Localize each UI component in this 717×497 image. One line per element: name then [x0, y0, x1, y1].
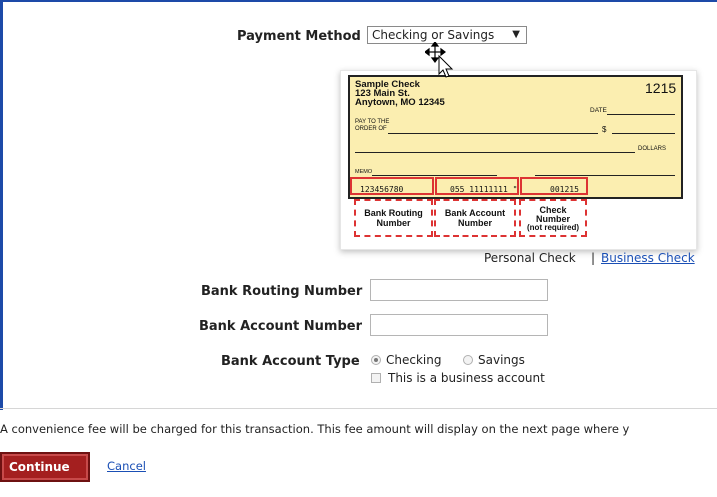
- business-account-label: This is a business account: [388, 371, 545, 385]
- check-pay-to-2: ORDER OF: [355, 126, 387, 132]
- check-number-highlight: [520, 177, 588, 195]
- check-date-label: DATE: [590, 107, 607, 114]
- window-left-border: [0, 0, 3, 410]
- personal-check-text: Personal Check: [484, 251, 576, 265]
- check-amount-line: [612, 133, 675, 134]
- account-type-label: Bank Account Type: [221, 354, 360, 369]
- dropdown-arrow-icon: ▼: [512, 29, 520, 40]
- window-top-border: [0, 0, 717, 2]
- section-divider: [0, 408, 717, 409]
- sample-check-image: Sample Check 123 Main St. Anytown, MO 12…: [340, 70, 697, 250]
- check-number: 1215: [645, 80, 677, 96]
- routing-number-label: Bank Routing Number: [201, 284, 363, 299]
- check-memo-label: MEMO: [355, 169, 373, 175]
- convenience-fee-notice: A convenience fee will be charged for th…: [0, 422, 630, 436]
- mouse-cursor-icon: [425, 42, 454, 78]
- checking-label: Checking: [386, 353, 442, 367]
- check-date-line: [607, 114, 675, 115]
- routing-highlight: [350, 177, 434, 195]
- check-address-2: Anytown, MO 12345: [355, 97, 445, 108]
- routing-number-input[interactable]: [370, 279, 548, 301]
- continue-button[interactable]: Continue: [0, 452, 90, 482]
- check-dollar-sign: $: [602, 125, 607, 134]
- caption-check-3: (not required): [527, 223, 579, 232]
- caption-routing-2: Number: [376, 218, 411, 228]
- caption-account-1: Bank Account: [444, 208, 506, 218]
- checking-radio[interactable]: [371, 355, 381, 365]
- business-check-link[interactable]: Business Check: [601, 251, 695, 265]
- savings-radio[interactable]: [463, 355, 473, 365]
- check-payee-line: [388, 133, 598, 134]
- check-signature-line: [535, 175, 675, 176]
- caption-routing-1: Bank Routing: [364, 208, 423, 218]
- caption-account-2: Number: [457, 218, 492, 228]
- check-memo-line: [372, 175, 497, 176]
- cancel-link[interactable]: Cancel: [107, 459, 146, 473]
- check-pay-to-1: PAY TO THE: [355, 119, 390, 125]
- account-number-input[interactable]: [370, 314, 548, 336]
- check-dollars-label: DOLLARS: [638, 146, 667, 152]
- account-highlight: [435, 177, 519, 195]
- payment-method-label: Payment Method: [237, 29, 361, 44]
- business-account-checkbox[interactable]: [371, 373, 381, 383]
- check-type-separator: |: [591, 251, 596, 265]
- check-written-amount-line: [355, 152, 635, 153]
- savings-label: Savings: [478, 353, 525, 367]
- payment-method-value: Checking or Savings: [372, 28, 495, 42]
- account-number-label: Bank Account Number: [199, 319, 362, 334]
